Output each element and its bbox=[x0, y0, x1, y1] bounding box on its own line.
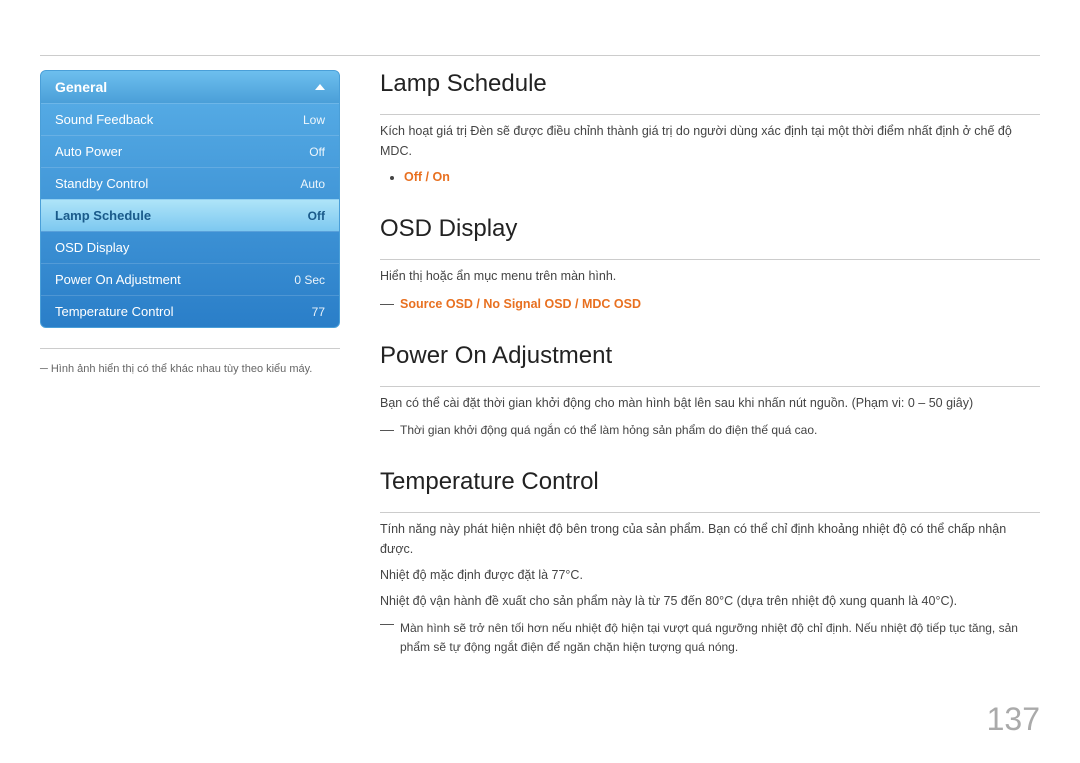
lamp-schedule-body: Kích hoạt giá trị Đèn sẽ được điều chỉnh… bbox=[380, 121, 1040, 187]
sidebar-item-power-on-adjustment-label: Power On Adjustment bbox=[55, 272, 294, 287]
osd-display-title: OSD Display bbox=[380, 215, 1040, 247]
sidebar-item-osd-display[interactable]: OSD Display bbox=[41, 231, 339, 263]
section-lamp-schedule: Lamp Schedule Kích hoạt giá trị Đèn sẽ đ… bbox=[380, 70, 1040, 187]
sidebar-footer-note: ─ Hình ảnh hiển thị có thể khác nhau tùy… bbox=[40, 363, 312, 375]
sidebar-item-osd-display-label: OSD Display bbox=[55, 240, 325, 255]
temperature-dash-icon bbox=[380, 624, 394, 625]
osd-display-highlight-line: Source OSD / No Signal OSD / MDC OSD bbox=[380, 294, 1040, 314]
main-content: Lamp Schedule Kích hoạt giá trị Đèn sẽ đ… bbox=[380, 70, 1040, 686]
sidebar-item-auto-power-label: Auto Power bbox=[55, 144, 309, 159]
sidebar-item-temperature-control[interactable]: Temperature Control 77 bbox=[41, 295, 339, 327]
sidebar-item-power-on-adjustment[interactable]: Power On Adjustment 0 Sec bbox=[41, 263, 339, 295]
osd-display-body: Hiển thị hoặc ẩn mục menu trên màn hình.… bbox=[380, 266, 1040, 314]
sidebar-panel: General Sound Feedback Low Auto Power Of… bbox=[40, 70, 340, 328]
sidebar-item-lamp-schedule-value: Off bbox=[308, 209, 325, 223]
temperature-control-body: Tính năng này phát hiện nhiệt độ bên tro… bbox=[380, 519, 1040, 657]
sidebar-item-standby-control-value: Auto bbox=[300, 177, 325, 191]
temperature-control-body3: Nhiệt độ vận hành đề xuất cho sản phẩm n… bbox=[380, 591, 1040, 611]
osd-display-divider bbox=[380, 259, 1040, 260]
sidebar-item-sound-feedback-label: Sound Feedback bbox=[55, 112, 303, 127]
sidebar-item-temperature-control-label: Temperature Control bbox=[55, 304, 312, 319]
power-on-adjustment-highlight-line: Thời gian khởi động quá ngắn có thể làm … bbox=[380, 421, 1040, 440]
sidebar-header: General bbox=[41, 71, 339, 103]
power-on-dash-icon bbox=[380, 430, 394, 431]
sidebar-item-lamp-schedule[interactable]: Lamp Schedule Off bbox=[41, 199, 339, 231]
power-on-adjustment-title: Power On Adjustment bbox=[380, 342, 1040, 374]
lamp-schedule-highlight-item: Off / On bbox=[404, 167, 1040, 187]
osd-display-highlight-text: Source OSD / No Signal OSD / MDC OSD bbox=[400, 294, 641, 314]
temperature-control-highlight-line: Màn hình sẽ trở nên tối hơn nếu nhiệt độ… bbox=[380, 619, 1040, 657]
temperature-control-highlight-text: Màn hình sẽ trở nên tối hơn nếu nhiệt độ… bbox=[400, 619, 1040, 657]
section-temperature-control: Temperature Control Tính năng này phát h… bbox=[380, 468, 1040, 657]
temperature-control-body2: Nhiệt độ mặc định được đặt là 77°C. bbox=[380, 565, 1040, 585]
section-power-on-adjustment: Power On Adjustment Bạn có thể cài đặt t… bbox=[380, 342, 1040, 440]
arrow-up-icon bbox=[315, 84, 325, 90]
lamp-schedule-divider bbox=[380, 114, 1040, 115]
osd-dash-icon bbox=[380, 304, 394, 305]
page-number: 137 bbox=[987, 701, 1040, 738]
temperature-control-divider bbox=[380, 512, 1040, 513]
lamp-schedule-highlight-list: Off / On bbox=[390, 167, 1040, 187]
sidebar-item-sound-feedback-value: Low bbox=[303, 113, 325, 127]
lamp-schedule-title: Lamp Schedule bbox=[380, 70, 1040, 102]
sidebar-footer: ─ Hình ảnh hiển thị có thể khác nhau tùy… bbox=[40, 348, 340, 377]
power-on-adjustment-body: Bạn có thể cài đặt thời gian khởi động c… bbox=[380, 393, 1040, 440]
power-on-adjustment-divider bbox=[380, 386, 1040, 387]
temperature-control-title: Temperature Control bbox=[380, 468, 1040, 500]
lamp-schedule-highlight-text: Off / On bbox=[404, 170, 450, 184]
power-on-adjustment-highlight-text: Thời gian khởi động quá ngắn có thể làm … bbox=[400, 421, 817, 440]
sidebar-header-label: General bbox=[55, 79, 107, 95]
sidebar-item-lamp-schedule-label: Lamp Schedule bbox=[55, 208, 308, 223]
sidebar-item-temperature-control-value: 77 bbox=[312, 305, 325, 319]
sidebar-item-sound-feedback[interactable]: Sound Feedback Low bbox=[41, 103, 339, 135]
sidebar-item-standby-control[interactable]: Standby Control Auto bbox=[41, 167, 339, 199]
sidebar-item-auto-power-value: Off bbox=[309, 145, 325, 159]
temperature-control-body1: Tính năng này phát hiện nhiệt độ bên tro… bbox=[380, 519, 1040, 559]
top-divider bbox=[40, 55, 1040, 56]
sidebar-item-power-on-adjustment-value: 0 Sec bbox=[294, 273, 325, 287]
sidebar-item-standby-control-label: Standby Control bbox=[55, 176, 300, 191]
sidebar-item-auto-power[interactable]: Auto Power Off bbox=[41, 135, 339, 167]
sidebar: General Sound Feedback Low Auto Power Of… bbox=[40, 70, 340, 377]
section-osd-display: OSD Display Hiển thị hoặc ẩn mục menu tr… bbox=[380, 215, 1040, 314]
